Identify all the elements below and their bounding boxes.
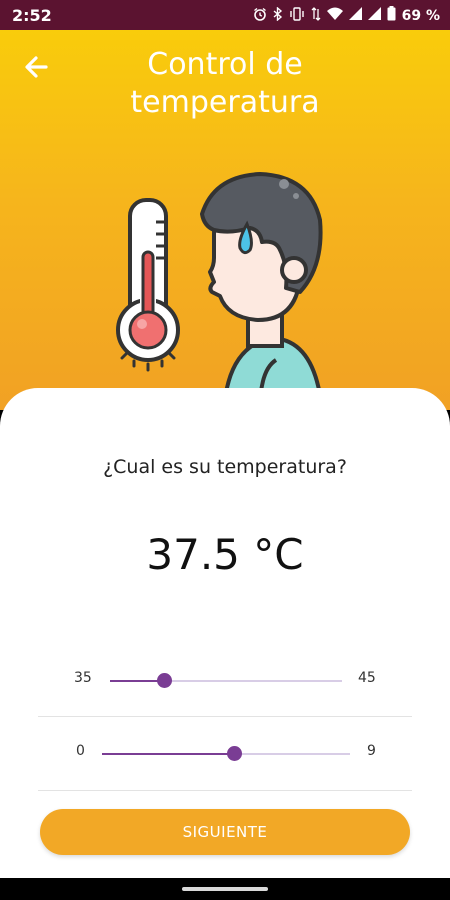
battery-level: 69 % — [401, 7, 440, 24]
page-title: Control de temperatura — [100, 46, 350, 122]
temperature-value: 37.5 °C — [146, 530, 304, 579]
status-icons: 69 % — [253, 5, 440, 25]
slider-min-label: 35 — [74, 670, 92, 686]
person-thermometer-illustration — [116, 172, 325, 410]
slider-min-label: 0 — [76, 743, 85, 759]
bluetooth-icon — [273, 5, 283, 25]
header: Control de temperatura — [0, 30, 450, 410]
signal-icon — [348, 7, 362, 24]
data-icon — [311, 6, 321, 25]
slider-thumb[interactable] — [227, 746, 242, 761]
thermometer-icon — [116, 198, 180, 372]
decimal-slider-row: 0 9 — [38, 733, 412, 773]
integer-slider-row: 35 45 — [38, 660, 412, 700]
alarm-icon — [253, 7, 267, 25]
slider-thumb[interactable] — [157, 673, 172, 688]
divider — [38, 790, 412, 791]
wifi-icon — [326, 7, 343, 25]
question-label: ¿Cual es su temperatura? — [103, 456, 347, 478]
home-gesture-pill[interactable] — [182, 887, 268, 891]
slider-track-fill — [102, 753, 234, 755]
vibrate-icon — [289, 6, 305, 25]
navigation-bar — [0, 878, 450, 900]
status-time: 2:52 — [12, 6, 52, 25]
signal-icon — [367, 7, 381, 24]
arrow-left-icon — [25, 56, 48, 78]
temperature-card: ¿Cual es su temperatura? 37.5 °C 35 45 0… — [0, 388, 450, 878]
divider — [38, 716, 412, 717]
back-button[interactable] — [20, 50, 54, 84]
slider-max-label: 45 — [358, 670, 376, 686]
slider-track-fill — [110, 680, 164, 682]
next-button[interactable]: SIGUIENTE — [40, 809, 410, 855]
status-bar: 2:52 69 % — [0, 0, 450, 30]
page-title-line-2: temperatura — [130, 85, 320, 120]
battery-icon — [387, 6, 396, 25]
slider-max-label: 9 — [367, 743, 376, 759]
page-title-line-1: Control de — [147, 47, 303, 82]
person-icon — [200, 172, 325, 410]
